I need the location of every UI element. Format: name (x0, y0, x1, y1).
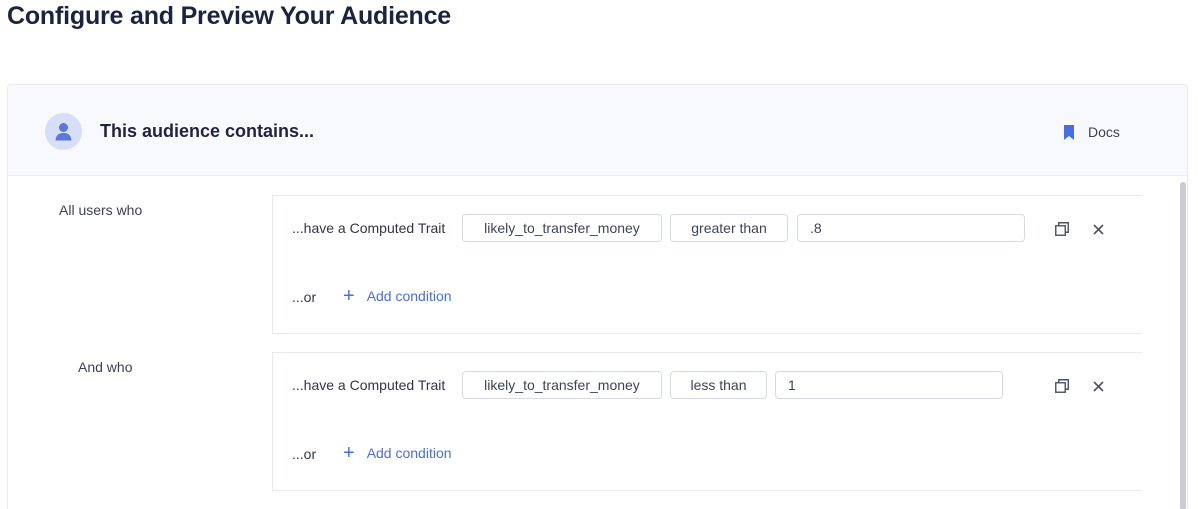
or-label: ...or (292, 289, 317, 305)
audience-card-header: This audience contains... Docs (8, 85, 1187, 176)
docs-label: Docs (1088, 124, 1120, 140)
audience-header-title: This audience contains... (100, 121, 315, 141)
duplicate-icon[interactable] (1054, 221, 1070, 237)
duplicate-icon[interactable] (1054, 378, 1070, 394)
trait-select[interactable]: likely_to_transfer_money (462, 371, 662, 399)
plus-icon: + (343, 442, 355, 464)
docs-link[interactable]: Docs (1064, 123, 1120, 141)
or-label: ...or (292, 446, 317, 462)
value-input[interactable] (797, 214, 1025, 242)
operator-select[interactable]: less than (670, 371, 767, 399)
condition-prefix: ...have a Computed Trait (292, 220, 446, 236)
audience-card: This audience contains... Docs All users… (7, 84, 1188, 509)
page-title: Configure and Preview Your Audience (7, 2, 452, 30)
group-label-all-users: All users who (59, 202, 143, 218)
close-icon[interactable] (1090, 221, 1106, 237)
add-condition-label: Add condition (366, 288, 452, 304)
add-condition-button[interactable]: + Add condition (343, 442, 452, 464)
user-icon (55, 123, 72, 141)
condition-group-2: ...have a Computed Trait likely_to_trans… (272, 352, 1142, 491)
trait-select[interactable]: likely_to_transfer_money (462, 214, 662, 242)
operator-select[interactable]: greater than (670, 214, 788, 242)
add-condition-label: Add condition (366, 445, 452, 461)
avatar (45, 113, 82, 150)
plus-icon: + (343, 285, 355, 307)
scrollbar[interactable] (1180, 182, 1186, 509)
group-label-and-who: And who (78, 359, 133, 375)
value-input[interactable] (775, 371, 1003, 399)
add-condition-button[interactable]: + Add condition (343, 285, 452, 307)
bookmark-icon (1064, 124, 1074, 140)
condition-group-1: ...have a Computed Trait likely_to_trans… (272, 195, 1142, 334)
condition-prefix: ...have a Computed Trait (292, 377, 446, 393)
close-icon[interactable] (1090, 378, 1106, 394)
